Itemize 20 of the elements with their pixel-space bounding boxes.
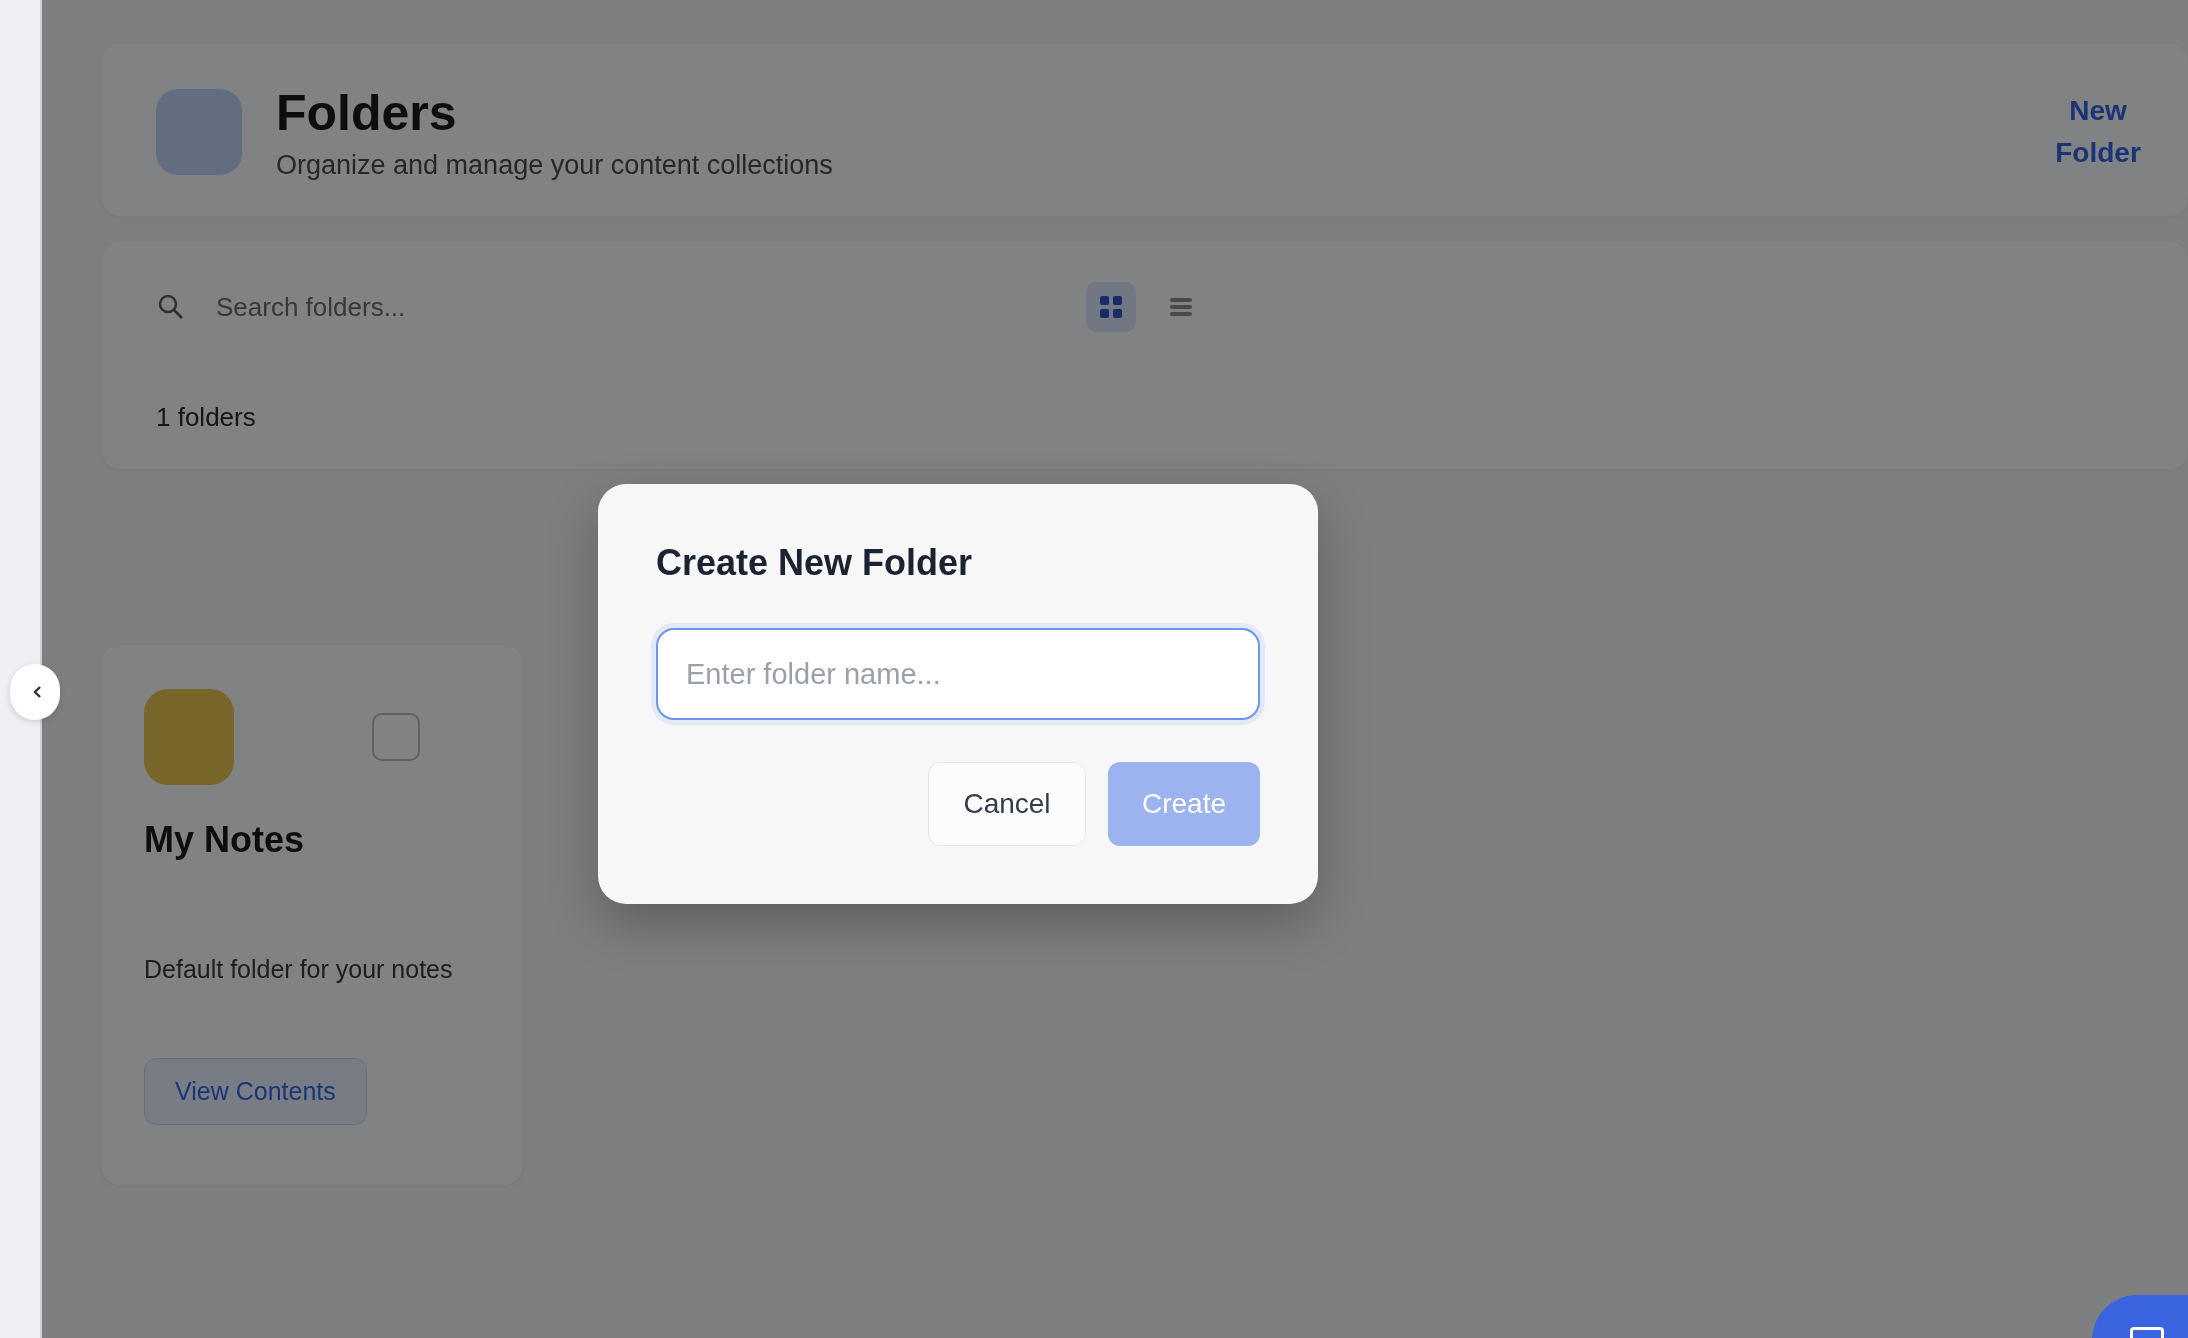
grid-icon — [1099, 295, 1123, 319]
cancel-button[interactable]: Cancel — [928, 762, 1086, 846]
list-icon — [1169, 295, 1193, 319]
folder-icon — [156, 89, 242, 175]
folder-name-field[interactable]: Enter folder name... — [656, 628, 1260, 720]
dialog-title: Create New Folder — [656, 542, 974, 584]
folder-count: 1 folders — [156, 402, 257, 433]
folder-name: My Notes — [144, 819, 306, 861]
page-title: Folders — [276, 83, 458, 142]
collapse-button[interactable] — [10, 664, 60, 720]
new-folder-button[interactable]: New Folder — [2048, 89, 2148, 175]
folder-description: Default folder for your notes — [144, 955, 454, 984]
chevron-left-icon — [32, 685, 44, 699]
page-subtitle: Organize and manage your content collections — [276, 149, 834, 181]
folder-card[interactable]: My Notes Default folder for your notes View Contents — [102, 645, 522, 1185]
grid-view-button[interactable] — [1086, 282, 1136, 332]
folder-icon — [144, 689, 234, 785]
view-contents-button[interactable]: View Contents — [144, 1058, 367, 1125]
checkbox[interactable] — [372, 713, 420, 761]
search-field[interactable]: Search folders... — [216, 291, 1056, 323]
